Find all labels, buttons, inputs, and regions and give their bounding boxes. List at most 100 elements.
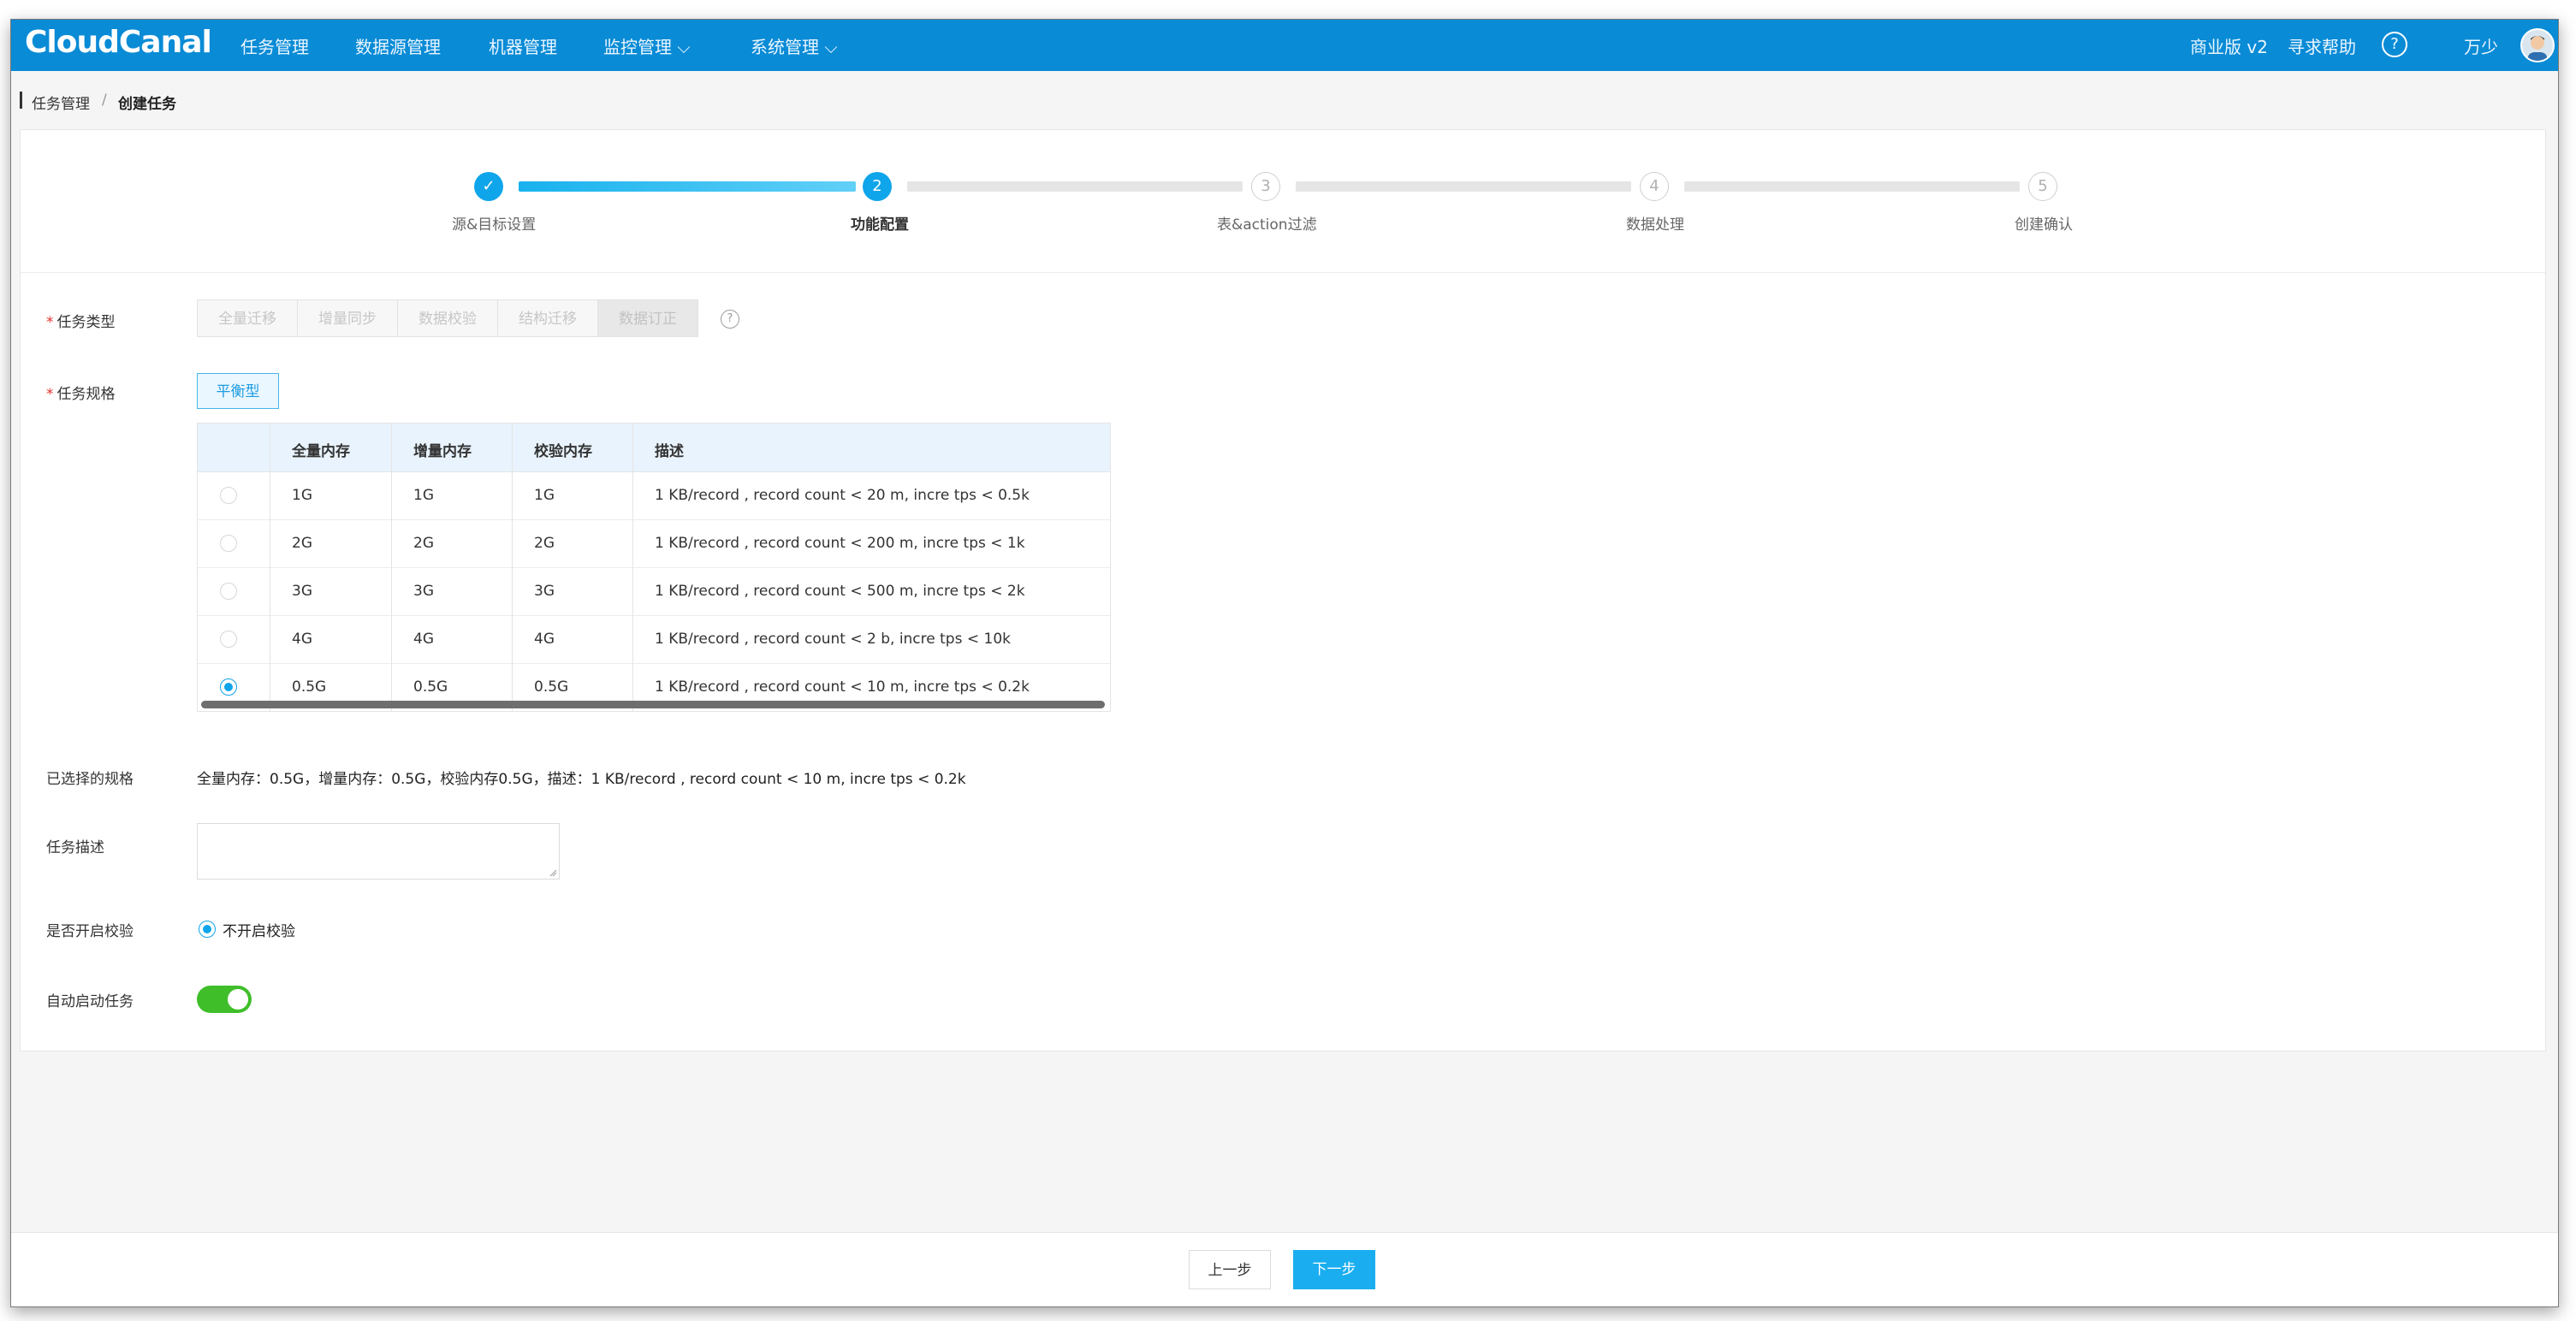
task-type-incremental-sync[interactable]: 增量同步	[297, 299, 398, 337]
row-radio[interactable]	[220, 631, 237, 648]
table-row[interactable]: 3G 3G 3G 1 KB/record , record count < 50…	[198, 567, 1110, 616]
th-full-memory: 全量内存	[292, 443, 350, 460]
th-description: 描述	[655, 443, 684, 460]
table-row[interactable]: 1G 1G 1G 1 KB/record , record count < 20…	[198, 471, 1110, 520]
resize-handle-icon[interactable]	[549, 868, 557, 877]
task-type-label-text: 任务类型	[56, 314, 116, 331]
cell-check: 1G	[534, 487, 555, 504]
step-3-title: 表&action过滤	[1217, 216, 1317, 234]
task-type-full-migration[interactable]: 全量迁移	[197, 299, 298, 337]
row-radio[interactable]	[220, 535, 237, 552]
row-radio[interactable]	[220, 583, 237, 600]
nav-item-tasks[interactable]: 任务管理	[240, 33, 309, 58]
spec-table: 全量内存 增量内存 校验内存 描述 1G 1G 1G 1 KB/record ,…	[197, 423, 1111, 712]
step-connector-3	[1296, 181, 1631, 192]
help-circle-icon[interactable]: ?	[2382, 32, 2407, 57]
step-2-circle: 2	[863, 172, 892, 201]
cell-check: 4G	[534, 631, 555, 648]
user-name[interactable]: 万少	[2464, 33, 2498, 58]
cell-desc: 1 KB/record , record count < 200 m, incr…	[655, 535, 1025, 552]
col-divider	[391, 424, 392, 711]
task-type-data-check[interactable]: 数据校验	[397, 299, 498, 337]
breadcrumb-current: 创建任务	[118, 96, 176, 113]
table-row[interactable]: 4G 4G 4G 1 KB/record , record count < 2 …	[198, 615, 1110, 664]
cell-incr: 0.5G	[413, 678, 448, 696]
step-1-check-icon: ✓	[474, 172, 503, 201]
th-incr-memory: 增量内存	[413, 443, 472, 460]
task-type-data-correction[interactable]: 数据订正	[597, 299, 698, 337]
cell-full: 3G	[292, 583, 312, 600]
cell-desc: 1 KB/record , record count < 20 m, incre…	[655, 487, 1030, 504]
cloudcanal-logo[interactable]: CloudCanal	[25, 25, 212, 60]
cell-desc: 1 KB/record , record count < 500 m, incr…	[655, 583, 1025, 600]
top-navbar: CloudCanal 任务管理 数据源管理 机器管理 监控管理 ⌵ 系统管理 ⌵…	[11, 20, 2558, 71]
avatar-icon	[2528, 36, 2547, 61]
spec-balanced-button[interactable]: 平衡型	[197, 373, 279, 409]
enable-check-label: 是否开启校验	[46, 923, 134, 940]
nav-item-monitoring[interactable]: 监控管理 ⌵	[603, 33, 691, 58]
switch-knob	[228, 989, 248, 1010]
spec-table-header: 全量内存 增量内存 校验内存 描述	[198, 424, 1110, 472]
next-step-button[interactable]: 下一步	[1293, 1250, 1375, 1289]
selected-spec-value: 全量内存：0.5G，增量内存：0.5G，校验内存0.5G，描述：1 KB/rec…	[197, 771, 966, 788]
table-horizontal-scrollbar[interactable]	[201, 701, 1105, 708]
selected-spec-label: 已选择的规格	[46, 771, 134, 788]
footer-bar: 上一步 下一步	[11, 1232, 2558, 1306]
cell-desc: 1 KB/record , record count < 10 m, incre…	[655, 678, 1030, 696]
step-4-circle: 4	[1640, 172, 1669, 201]
no-check-radio[interactable]	[199, 921, 216, 938]
breadcrumb-parent[interactable]: 任务管理	[32, 92, 90, 113]
col-divider	[512, 424, 513, 711]
auto-start-switch[interactable]	[197, 986, 252, 1013]
step-connector-1	[519, 181, 856, 192]
no-check-option[interactable]: 不开启校验	[223, 919, 295, 940]
task-spec-label: * 任务规格	[46, 382, 116, 403]
required-mark: *	[46, 386, 54, 403]
row-radio-checked[interactable]	[220, 678, 237, 696]
cell-full: 4G	[292, 631, 312, 648]
step-5-circle: 5	[2028, 172, 2057, 201]
cell-incr: 3G	[413, 583, 434, 600]
cell-incr: 4G	[413, 631, 434, 648]
row-radio[interactable]	[220, 487, 237, 504]
step-2-title: 功能配置	[851, 216, 909, 234]
step-1-title: 源&目标设置	[452, 216, 537, 234]
nav-item-datasources[interactable]: 数据源管理	[355, 33, 441, 58]
cell-incr: 2G	[413, 535, 434, 552]
breadcrumb-separator: /	[102, 92, 107, 109]
task-desc-label: 任务描述	[46, 839, 104, 856]
task-type-label: * 任务类型	[46, 310, 116, 331]
th-check-memory: 校验内存	[534, 443, 592, 460]
cell-full: 1G	[292, 487, 312, 504]
step-connector-2	[907, 181, 1243, 192]
breadcrumb-marker	[20, 92, 22, 109]
task-spec-label-text: 任务规格	[56, 386, 116, 403]
cell-check: 0.5G	[534, 678, 569, 696]
col-divider	[632, 424, 633, 711]
step-connector-4	[1684, 181, 2020, 192]
user-avatar[interactable]	[2520, 28, 2555, 62]
nav-item-machines[interactable]: 机器管理	[489, 33, 557, 58]
task-type-structure-migration[interactable]: 结构迁移	[497, 299, 598, 337]
question-icon[interactable]: ?	[721, 310, 739, 329]
cell-check: 2G	[534, 535, 555, 552]
task-desc-textarea[interactable]	[197, 823, 560, 880]
table-row[interactable]: 2G 2G 2G 1 KB/record , record count < 20…	[198, 519, 1110, 568]
step-progress: ✓ 2 3 4 5 源&目标设置 功能配置 表&action过滤 数据处理 创建…	[21, 130, 2545, 273]
cell-check: 3G	[534, 583, 555, 600]
step-4-title: 数据处理	[1626, 216, 1684, 234]
auto-start-label: 自动启动任务	[46, 993, 134, 1010]
cell-full: 0.5G	[292, 678, 327, 696]
edition-label: 商业版 v2	[2190, 37, 2268, 57]
cell-incr: 1G	[413, 487, 434, 504]
help-link[interactable]: 寻求帮助	[2288, 33, 2356, 58]
required-mark: *	[46, 314, 54, 331]
nav-item-system[interactable]: 系统管理 ⌵	[751, 33, 838, 58]
prev-step-button[interactable]: 上一步	[1189, 1250, 1271, 1289]
cell-full: 2G	[292, 535, 312, 552]
step-5-title: 创建确认	[2015, 216, 2073, 234]
cell-desc: 1 KB/record , record count < 2 b, incre …	[655, 631, 1011, 648]
create-task-card: ✓ 2 3 4 5 源&目标设置 功能配置 表&action过滤 数据处理 创建…	[20, 129, 2546, 1051]
step-3-circle: 3	[1251, 172, 1280, 201]
app-window: CloudCanal 任务管理 数据源管理 机器管理 监控管理 ⌵ 系统管理 ⌵…	[10, 19, 2559, 1307]
